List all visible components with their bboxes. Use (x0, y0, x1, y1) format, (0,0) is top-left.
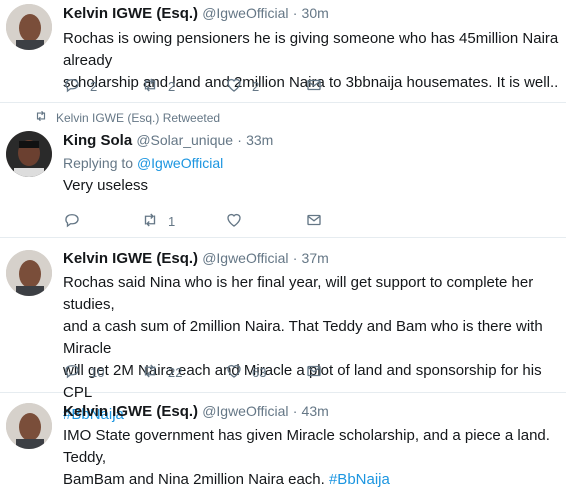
reply-count: 2 (90, 78, 98, 94)
retweet-button[interactable]: 22 (141, 362, 182, 383)
tweet-time[interactable]: 37m (302, 250, 329, 266)
reply-button[interactable] (63, 211, 90, 232)
tweet-time[interactable]: 43m (302, 403, 329, 419)
reply-button[interactable]: 10 (63, 362, 104, 383)
reply-button[interactable]: 2 (63, 76, 97, 97)
retweet-icon (34, 109, 56, 126)
dm-button[interactable] (305, 211, 323, 232)
avatar[interactable] (6, 4, 52, 50)
heart-icon (225, 362, 243, 383)
retweet-icon (141, 362, 159, 383)
reply-icon (63, 362, 81, 383)
replying-to-link[interactable]: @IgweOfficial (137, 155, 223, 171)
retweeted-by[interactable]: Kelvin IGWE (Esq.) Retweeted (56, 111, 220, 125)
tweet-text: IMO State government has given Miracle s… (63, 425, 566, 491)
retweet-count: 2 (168, 78, 176, 94)
tweet[interactable]: Kelvin IGWE (Esq.) @IgweOfficial · 43m I… (0, 393, 566, 488)
author-name[interactable]: Kelvin IGWE (Esq.) (63, 403, 198, 420)
like-count: 2 (252, 78, 260, 94)
envelope-icon (305, 211, 323, 232)
dm-button[interactable] (305, 76, 323, 97)
like-count: 63 (252, 364, 267, 380)
retweet-icon (141, 76, 159, 97)
avatar[interactable] (6, 250, 52, 296)
tweet[interactable]: Kelvin IGWE (Esq.) @IgweOfficial · 37m R… (0, 238, 566, 423)
envelope-icon (305, 76, 323, 97)
reply-icon (63, 211, 81, 232)
tweet-body: IMO State government has given Miracle s… (63, 427, 550, 488)
tweet-text: Very useless (63, 177, 149, 194)
dm-button[interactable] (305, 362, 323, 383)
author-handle[interactable]: @IgweOfficial (202, 403, 288, 419)
separator-dot: · (292, 403, 298, 419)
author-handle[interactable]: @IgweOfficial (202, 250, 288, 266)
tweet[interactable]: Kelvin IGWE (Esq.) @IgweOfficial · 30m R… (0, 0, 566, 103)
retweet-button[interactable]: 2 (141, 76, 175, 97)
heart-icon (225, 76, 243, 97)
tweet-time[interactable]: 30m (302, 5, 329, 21)
reply-icon (63, 76, 81, 97)
like-button[interactable]: 63 (225, 362, 266, 383)
author-handle[interactable]: @IgweOfficial (202, 5, 288, 21)
like-button[interactable]: 2 (225, 76, 259, 97)
separator-dot: · (292, 250, 298, 266)
retweeted-indicator: Kelvin IGWE (Esq.) Retweeted (34, 109, 220, 126)
avatar[interactable] (6, 403, 52, 449)
heart-icon (225, 211, 243, 232)
author-name[interactable]: Kelvin IGWE (Esq.) (63, 250, 198, 267)
retweet-count: 22 (168, 364, 183, 380)
tweet[interactable]: Kelvin IGWE (Esq.) Retweeted King Sola @… (0, 103, 566, 238)
reply-count: 10 (90, 364, 105, 380)
like-button[interactable] (225, 211, 252, 232)
retweet-button[interactable]: 1 (141, 211, 175, 232)
separator-dot: · (237, 132, 242, 148)
retweet-icon (141, 211, 159, 232)
author-name[interactable]: Kelvin IGWE (Esq.) (63, 5, 198, 22)
replying-to: Replying to @IgweOfficial (63, 153, 566, 173)
author-handle[interactable]: @Solar_unique (136, 132, 233, 148)
separator-dot: · (292, 5, 298, 21)
tweet-time[interactable]: 33m (246, 132, 273, 148)
avatar[interactable] (6, 131, 52, 177)
replying-to-label: Replying to (63, 155, 137, 171)
hashtag-link[interactable]: #BbNaija (329, 471, 390, 488)
retweet-count: 1 (168, 213, 176, 229)
author-name[interactable]: King Sola (63, 132, 132, 149)
envelope-icon (305, 362, 323, 383)
